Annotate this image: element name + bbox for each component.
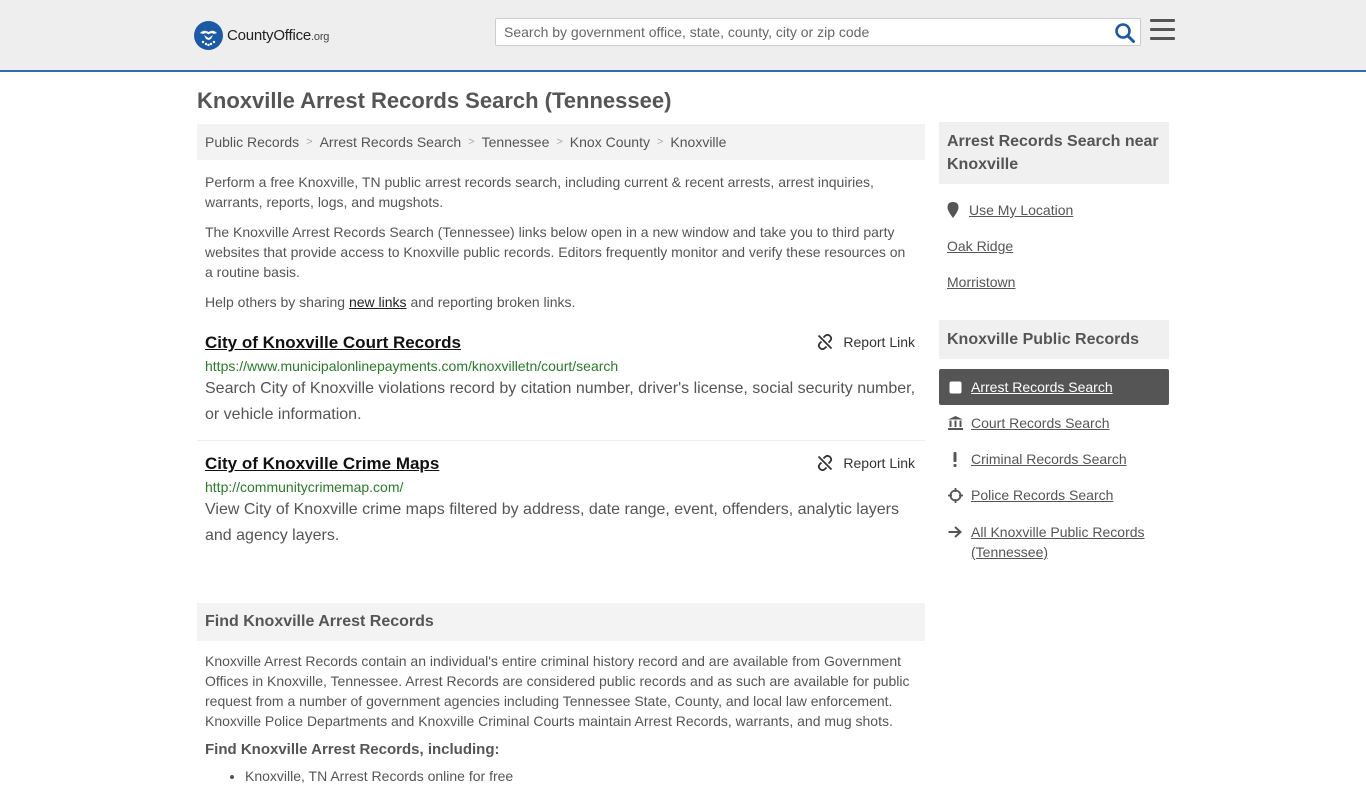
location-pin-icon	[947, 202, 959, 218]
crosshair-icon	[947, 487, 963, 503]
intro-text: Perform a free Knoxville, TN public arre…	[197, 172, 925, 312]
result-url: https://www.municipalonlinepayments.com/…	[205, 358, 619, 374]
result-url: http://communitycrimemap.com/	[205, 479, 404, 495]
sidebar-item-court-records[interactable]: Court Records Search	[939, 405, 1169, 441]
sidebar-item-label: Court Records Search	[971, 415, 1110, 431]
sidebar: Arrest Records Search near Knoxville Use…	[939, 122, 1169, 562]
find-records-heading: Find Knoxville Arrest Records	[197, 603, 925, 641]
nearby-oak-ridge-link[interactable]: Oak Ridge	[939, 228, 1169, 264]
logo-emblem-icon	[194, 20, 223, 50]
courthouse-icon	[947, 415, 963, 431]
search-icon	[1115, 23, 1135, 43]
sidebar-item-label: Criminal Records Search	[971, 451, 1127, 467]
site-logo[interactable]: CountyOffice.org	[194, 20, 329, 50]
sidebar-item-arrest-records[interactable]: Arrest Records Search	[939, 369, 1169, 405]
page-title: Knoxville Arrest Records Search (Tenness…	[197, 88, 672, 113]
breadcrumb-separator: >	[306, 136, 313, 148]
nearby-list: Use My Location Oak Ridge Morristown	[939, 192, 1169, 300]
nearby-heading: Arrest Records Search near Knoxville	[939, 122, 1169, 184]
square-icon	[947, 379, 963, 395]
menu-bar	[1150, 19, 1175, 22]
sidebar-item-criminal-records[interactable]: Criminal Records Search	[939, 441, 1169, 477]
breadcrumb-knox-county[interactable]: Knox County	[570, 134, 650, 150]
intro-paragraph: The Knoxville Arrest Records Search (Ten…	[205, 224, 906, 280]
sidebar-item-all-public-records[interactable]: All Knoxville Public Records (Tennessee)	[939, 513, 1169, 562]
new-links-link[interactable]: new links	[349, 294, 407, 310]
menu-bar	[1150, 28, 1175, 31]
find-records-body: Knoxville Arrest Records contain an indi…	[205, 653, 910, 729]
share-text-after: and reporting broken links.	[406, 294, 576, 310]
result-item: City of Knoxville Court Records Report L…	[197, 320, 925, 441]
main-content: Public Records > Arrest Records Search >…	[197, 124, 925, 786]
report-link-label: Report Link	[843, 455, 915, 471]
hamburger-menu-button[interactable]	[1150, 19, 1175, 43]
result-item: City of Knoxville Crime Maps Report Link…	[197, 441, 925, 561]
breadcrumb-separator: >	[468, 136, 475, 148]
nearby-morristown-link[interactable]: Morristown	[939, 264, 1169, 300]
logo-main-text: CountyOffice	[227, 26, 312, 44]
breadcrumb-separator: >	[656, 136, 664, 148]
logo-text: CountyOffice.org	[227, 27, 329, 44]
breadcrumb-knoxville[interactable]: Knoxville	[670, 134, 726, 150]
public-records-list: Arrest Records Search Court Records Sear…	[939, 369, 1169, 562]
result-description: View City of Knoxville crime maps filter…	[205, 501, 899, 544]
search-input[interactable]	[496, 19, 1096, 45]
arrow-right-icon	[947, 524, 963, 540]
intro-paragraph: Perform a free Knoxville, TN public arre…	[205, 174, 874, 210]
result-title-link[interactable]: City of Knoxville Court Records	[205, 332, 461, 354]
broken-link-icon	[818, 334, 833, 350]
breadcrumb-tennessee[interactable]: Tennessee	[482, 134, 550, 150]
sidebar-item-police-records[interactable]: Police Records Search	[939, 477, 1169, 513]
broken-link-icon	[818, 455, 833, 471]
use-my-location-link[interactable]: Use My Location	[939, 192, 1169, 228]
result-title-link[interactable]: City of Knoxville Crime Maps	[205, 453, 439, 475]
report-link-label: Report Link	[843, 334, 915, 350]
exclamation-icon	[947, 451, 963, 467]
find-records-list: Knoxville, TN Arrest Records online for …	[197, 766, 925, 786]
search-button[interactable]	[1114, 22, 1136, 44]
use-my-location-label: Use My Location	[969, 202, 1074, 218]
site-header: CountyOffice.org	[0, 0, 1366, 72]
menu-bar	[1150, 37, 1175, 40]
breadcrumb-arrest-records-search[interactable]: Arrest Records Search	[320, 134, 462, 150]
sidebar-item-label: All Knoxville Public Records (Tennessee)	[971, 524, 1145, 560]
breadcrumb: Public Records > Arrest Records Search >…	[197, 124, 925, 160]
intro-share-paragraph: Help others by sharing new links and rep…	[197, 292, 925, 312]
logo-tld-text: .org	[311, 30, 330, 43]
report-link-button[interactable]: Report Link	[817, 455, 915, 471]
search-box	[495, 18, 1141, 46]
share-text-before: Help others by sharing	[205, 294, 349, 310]
breadcrumb-public-records[interactable]: Public Records	[205, 134, 299, 150]
result-description: Search City of Knoxville violations reco…	[205, 380, 916, 423]
breadcrumb-separator: >	[556, 136, 563, 148]
list-item: Knoxville, TN Arrest Records online for …	[245, 766, 925, 786]
report-link-button[interactable]: Report Link	[817, 334, 915, 350]
sidebar-item-label: Arrest Records Search	[971, 379, 1113, 395]
sidebar-item-label: Police Records Search	[971, 487, 1114, 503]
find-records-subheading: Find Knoxville Arrest Records, including…	[205, 741, 500, 758]
public-records-heading: Knoxville Public Records	[939, 320, 1169, 359]
